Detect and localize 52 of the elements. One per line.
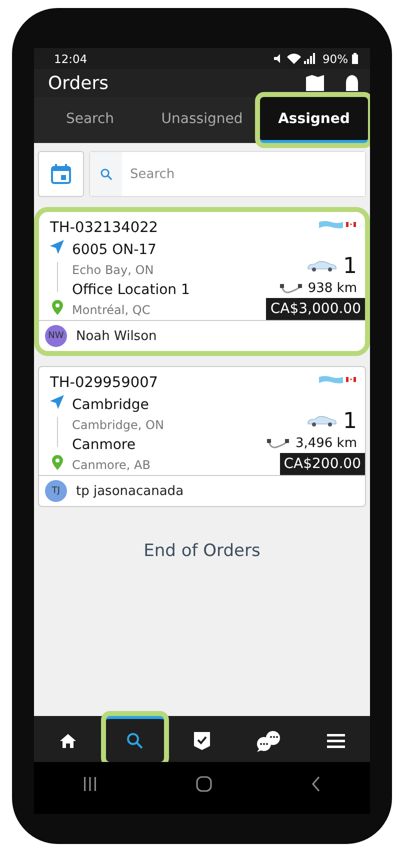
- search-icon: [126, 732, 144, 750]
- calendar-icon: [51, 164, 71, 184]
- logo-icon: [319, 375, 356, 384]
- pickup-name: Cambridge: [72, 396, 150, 415]
- pickup-city: Echo Bay, ON: [72, 262, 155, 279]
- navigation-arrow-icon: [50, 395, 64, 409]
- calendar-button[interactable]: [38, 151, 84, 197]
- order-card[interactable]: TH-029959007 Cambridge Cambridge, ON Canmore Canmore, AB 1 3,496 km CA$200.00 TJ tp jasonacanada: [38, 366, 366, 507]
- assignee-name: tp jasonacanada: [76, 484, 184, 498]
- dropoff-name: Canmore: [72, 436, 136, 455]
- location-pin-icon: [52, 455, 62, 470]
- pickup-name: 6005 ON-17: [72, 241, 158, 260]
- dropoff-name: Office Location 1: [72, 281, 191, 300]
- car-icon: [307, 416, 337, 427]
- tab[interactable]: Unassigned: [148, 97, 256, 143]
- tab[interactable]: Search: [36, 97, 144, 143]
- dropoff-city: Canmore, AB: [72, 457, 152, 474]
- route-icon: [280, 282, 302, 294]
- route-icon: [267, 438, 290, 450]
- vehicle-count: 1: [343, 409, 357, 434]
- distance: 938 km: [308, 281, 357, 296]
- home-icon: [58, 732, 77, 748]
- location-pin-icon: [52, 300, 62, 315]
- car-icon: [307, 261, 337, 272]
- search-field[interactable]: Search: [89, 151, 366, 197]
- chat-bubbles-icon: [256, 730, 282, 752]
- avatar: NW: [45, 325, 67, 347]
- vehicle-count: 1: [343, 254, 357, 279]
- recent-apps-icon: [83, 777, 98, 791]
- price-tag: CA$3,000.00: [266, 298, 365, 320]
- bell-icon[interactable]: [344, 75, 360, 91]
- page-title: Orders: [48, 72, 109, 94]
- battery-level: 90%: [322, 52, 348, 66]
- order-number: TH-029959007: [50, 375, 158, 391]
- distance: 3,496 km: [295, 436, 357, 451]
- avatar: TJ: [45, 480, 67, 502]
- assignee-name: Noah Wilson: [76, 328, 157, 344]
- pickup-city: Cambridge, ON: [72, 417, 165, 434]
- price-tag: CA$200.00: [280, 453, 365, 475]
- map-icon[interactable]: [306, 75, 324, 91]
- order-number: TH-032134022: [50, 220, 158, 236]
- shield-check-icon: [192, 730, 211, 750]
- back-icon: [310, 776, 321, 792]
- logo-icon: [319, 220, 356, 229]
- navigation-arrow-icon: [50, 240, 64, 254]
- dropoff-city: Montréal, QC: [72, 302, 152, 319]
- status-time: 12:04: [54, 52, 88, 66]
- menu-icon: [327, 734, 346, 748]
- order-card[interactable]: TH-032134022 6005 ON-17 Echo Bay, ON Office Location 1 Montréal, QC 1 938 km CA$3,000.00 NW Noah Wilson: [34, 207, 370, 356]
- battery-icon: [352, 53, 358, 64]
- search-icon: [100, 168, 112, 180]
- end-of-list-message: End of Orders: [142, 541, 262, 561]
